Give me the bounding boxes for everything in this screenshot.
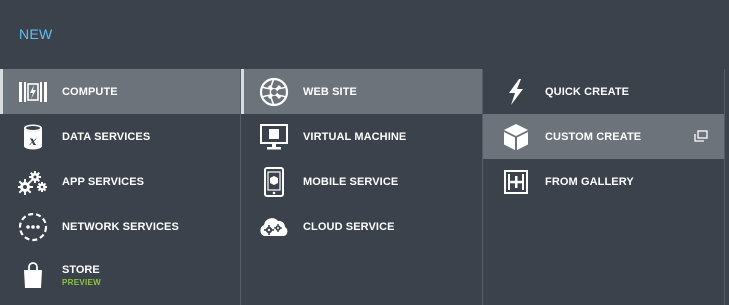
cloud-gears-icon [258,211,290,243]
category-network-services[interactable]: NETWORK SERVICES [0,204,240,249]
service-cloud-service[interactable]: CLOUD SERVICE [241,204,482,249]
option-label: FROM GALLERY [545,175,634,188]
service-label: WEB SITE [303,85,357,98]
cube-icon [500,121,532,153]
option-from-gallery[interactable]: FROM GALLERY [483,159,724,204]
network-icon [17,211,49,243]
category-app-services[interactable]: APP SERVICES [0,159,240,204]
globe-icon [258,76,290,108]
gears-icon [17,166,49,198]
category-label: APP SERVICES [62,175,145,188]
header: NEW [0,0,729,69]
category-label: STORE [62,264,100,276]
open-in-window-icon[interactable] [694,130,708,142]
compute-icon [17,76,49,108]
option-label: QUICK CREATE [545,85,630,98]
category-label: COMPUTE [62,85,118,98]
shopping-bag-icon [17,259,49,291]
service-label: VIRTUAL MACHINE [303,130,407,143]
option-quick-create[interactable]: QUICK CREATE [483,69,724,114]
service-label: CLOUD SERVICE [303,220,395,233]
mobile-icon [258,166,290,198]
category-label: NETWORK SERVICES [62,220,179,233]
category-compute[interactable]: COMPUTE [0,69,240,114]
database-icon: x [17,121,49,153]
lightning-icon [500,76,532,108]
gallery-icon [500,166,532,198]
option-column: QUICK CREATE CUSTOM CREATE FROM GALLERY [483,69,725,305]
option-label: CUSTOM CREATE [545,130,642,143]
page-title: NEW [19,26,53,42]
category-label: DATA SERVICES [62,130,151,143]
option-custom-create[interactable]: CUSTOM CREATE [483,114,724,159]
service-mobile-service[interactable]: MOBILE SERVICE [241,159,482,204]
service-label: MOBILE SERVICE [303,175,399,188]
category-store[interactable]: STORE PREVIEW [0,249,240,294]
svg-text:x: x [28,134,37,148]
service-web-site[interactable]: WEB SITE [241,69,482,114]
service-virtual-machine[interactable]: VIRTUAL MACHINE [241,114,482,159]
monitor-icon [258,121,290,153]
preview-badge: PREVIEW [62,278,101,287]
category-column: COMPUTE x DATA SERVICES APP SERVICES NET… [0,69,241,305]
category-data-services[interactable]: x DATA SERVICES [0,114,240,159]
service-column: WEB SITE VIRTUAL MACHINE MOBILE SERVICE [241,69,483,305]
